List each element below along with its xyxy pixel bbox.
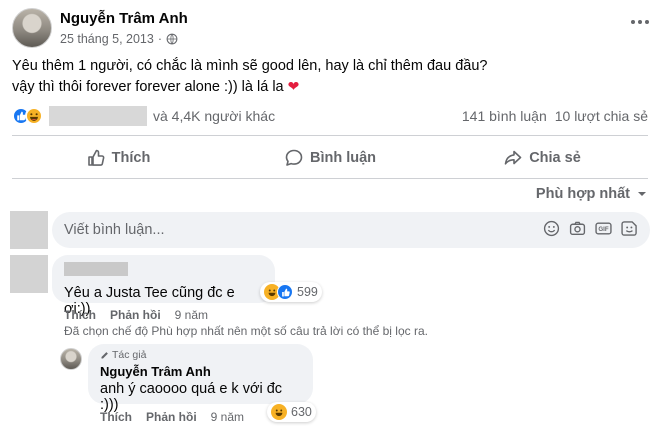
redacted-commenter-name xyxy=(64,262,128,276)
redacted-name xyxy=(49,106,147,126)
post-text-line-2-text: vậy thì thôi forever forever alone :)) l… xyxy=(12,79,284,95)
reply-actions: Thích Phản hồi 9 năm xyxy=(100,410,244,424)
thumbs-up-icon xyxy=(87,149,105,166)
post-text-line-1: Yêu thêm 1 người, có chắc là mình sẽ goo… xyxy=(12,58,488,74)
reply-like-link[interactable]: Thích xyxy=(100,410,132,424)
haha-reaction-icon xyxy=(271,404,287,420)
globe-icon xyxy=(166,33,178,45)
reply-author-name[interactable]: Nguyễn Trâm Anh xyxy=(100,364,301,379)
comment-composer: Viết bình luận... GIF xyxy=(10,211,650,249)
author-avatar[interactable] xyxy=(12,8,52,48)
comment-time[interactable]: 9 năm xyxy=(175,308,208,322)
comments-count[interactable]: 141 bình luận xyxy=(462,108,547,124)
reply-time[interactable]: 9 năm xyxy=(211,410,244,424)
more-dots-icon[interactable] xyxy=(628,14,652,30)
reply-reaction-count: 630 xyxy=(291,405,312,419)
comment-label: Bình luận xyxy=(309,150,377,166)
reply-bubble: Tác giả Nguyễn Trâm Anh anh ý caoooo quá… xyxy=(88,344,313,413)
share-button[interactable]: Chia sẻ xyxy=(436,143,648,173)
like-reaction-icon xyxy=(277,284,293,300)
reactions-others-text[interactable]: và 4,4K người khác xyxy=(153,108,275,124)
reply-reply-link[interactable]: Phản hồi xyxy=(146,410,197,424)
post-meta: 25 tháng 5, 2013 · xyxy=(60,32,178,46)
current-user-avatar xyxy=(10,211,48,249)
comment-input-placeholder: Viết bình luận... xyxy=(64,222,165,238)
gif-label: GIF xyxy=(598,226,608,233)
gif-icon[interactable]: GIF xyxy=(595,220,612,237)
post-stats: 141 bình luận 10 lượt chia sẻ xyxy=(462,108,648,124)
composer-tools: GIF xyxy=(543,220,638,237)
commenter-avatar[interactable] xyxy=(10,255,48,293)
camera-icon[interactable] xyxy=(569,220,586,237)
comment-actions: Thích Phản hồi 9 năm xyxy=(64,308,208,322)
comment-sort-dropdown[interactable]: Phù hợp nhất xyxy=(536,186,648,202)
post-header: Nguyễn Trâm Anh 25 tháng 5, 2013 · xyxy=(12,8,652,52)
comment-reaction-count: 599 xyxy=(297,285,318,299)
sticker-icon[interactable] xyxy=(621,220,638,237)
comment-button[interactable]: Bình luận xyxy=(224,143,436,173)
divider xyxy=(12,135,648,136)
author-badge-label: Tác giả xyxy=(112,349,147,361)
reply-reactions[interactable]: 630 xyxy=(267,402,316,422)
reactions-summary: và 4,4K người khác 141 bình luận 10 lượt… xyxy=(12,106,648,126)
heart-icon: ❤ xyxy=(287,78,300,94)
sort-label: Phù hợp nhất xyxy=(535,186,630,202)
author-name[interactable]: Nguyễn Trâm Anh xyxy=(60,10,188,27)
like-label: Thích xyxy=(111,150,151,166)
like-button[interactable]: Thích xyxy=(12,143,224,173)
comment-like-link[interactable]: Thích xyxy=(64,308,96,322)
comment-bubble-icon xyxy=(285,149,303,166)
comment-reply-link[interactable]: Phản hồi xyxy=(110,308,161,322)
pencil-icon xyxy=(101,351,108,358)
post-text: Yêu thêm 1 người, có chắc là mình sẽ goo… xyxy=(12,56,487,97)
post-date[interactable]: 25 tháng 5, 2013 xyxy=(60,32,154,46)
haha-reaction-icon[interactable] xyxy=(25,107,43,125)
separator-dot: · xyxy=(157,32,163,46)
share-label: Chia sẻ xyxy=(529,150,581,166)
shares-count[interactable]: 10 lượt chia sẻ xyxy=(555,108,648,124)
filter-note: Đã chọn chế độ Phù hợp nhất nên một số c… xyxy=(64,324,428,338)
divider xyxy=(12,178,648,179)
author-badge: Tác giả xyxy=(100,349,301,361)
post-text-line-2: vậy thì thôi forever forever alone :)) l… xyxy=(12,76,487,97)
comment-reactions[interactable]: 599 xyxy=(260,282,322,302)
chevron-down-icon xyxy=(638,192,646,196)
reply-author-avatar[interactable] xyxy=(60,348,82,370)
smile-icon[interactable] xyxy=(543,220,560,237)
share-arrow-icon xyxy=(504,150,522,165)
comment-bubble: Yêu a Justa Tee cũng đc e ơi:)) xyxy=(52,255,275,317)
post-actions: Thích Bình luận Chia sẻ xyxy=(12,143,648,173)
